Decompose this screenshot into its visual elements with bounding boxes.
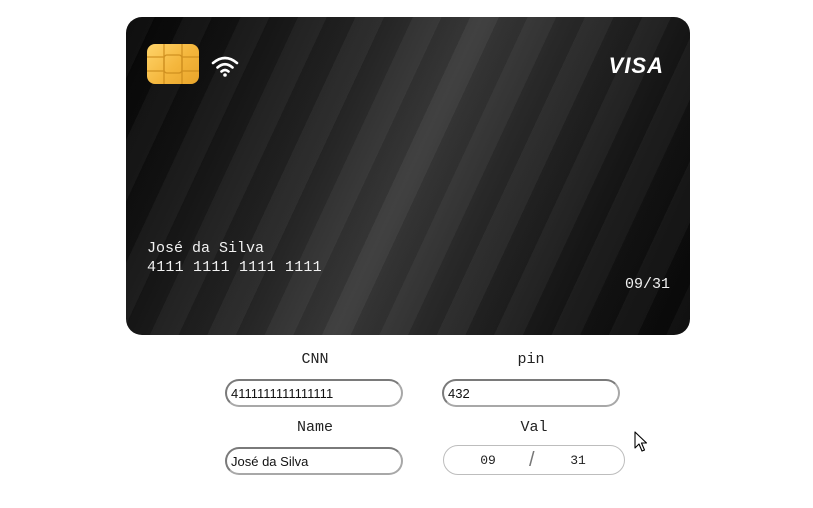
name-label: Name (296, 419, 333, 436)
card-expiry: 09/31 (624, 276, 670, 293)
pin-input[interactable] (442, 379, 620, 407)
val-label: Val (520, 419, 548, 436)
expiry-month-input[interactable] (463, 452, 513, 468)
pin-label: pin (517, 351, 545, 368)
expiry-separator: / (529, 449, 535, 471)
mouse-cursor-icon (634, 431, 648, 452)
chip-icon (147, 44, 199, 84)
name-input[interactable] (225, 447, 403, 475)
validity-field: / (443, 445, 625, 475)
credit-card-preview: VISA José da Silva 4111 1111 1111 1111 0… (126, 17, 690, 335)
expiry-year-input[interactable] (553, 452, 603, 468)
cnn-input[interactable] (225, 379, 403, 407)
wifi-icon (211, 56, 239, 77)
card-holder-name: José da Silva (147, 240, 265, 257)
card-brand-logo: VISA (608, 53, 664, 78)
cnn-label: CNN (301, 351, 329, 368)
card-number: 4111 1111 1111 1111 (147, 259, 322, 276)
